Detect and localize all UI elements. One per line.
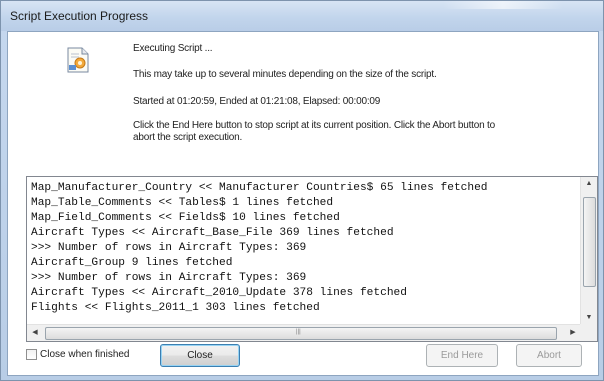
title-bar[interactable]: Script Execution Progress (1, 1, 603, 31)
vertical-scrollbar[interactable]: ▲ ▼ (580, 177, 597, 325)
close-button[interactable]: Close (160, 344, 240, 367)
log-text: Map_Manufacturer_Country << Manufacturer… (31, 181, 577, 321)
scroll-right-icon[interactable]: ▶ (565, 325, 581, 341)
scroll-left-icon[interactable]: ◀ (27, 325, 43, 341)
timing-text: Started at 01:20:59, Ended at 01:21:08, … (133, 96, 381, 107)
log-line: Aircraft Types << Aircraft_2010_Update 3… (31, 287, 407, 299)
end-here-button[interactable]: End Here (426, 344, 498, 367)
close-when-finished-checkbox[interactable] (26, 349, 37, 360)
scroll-down-icon[interactable]: ▼ (581, 311, 597, 325)
duration-note: This may take up to several minutes depe… (133, 69, 437, 80)
close-when-finished-label: Close when finished (40, 349, 130, 360)
abort-button[interactable]: Abort (516, 344, 582, 367)
log-line: Map_Field_Comments << Fields$ 10 lines f… (31, 212, 340, 224)
vertical-scroll-thumb[interactable] (583, 197, 596, 287)
log-line: Map_Table_Comments << Tables$ 1 lines fe… (31, 197, 334, 209)
script-log[interactable]: Map_Manufacturer_Country << Manufacturer… (26, 176, 598, 342)
status-text: Executing Script ... (133, 43, 213, 54)
dialog-body: Executing Script ... This may take up to… (7, 31, 599, 376)
log-line: >>> Number of rows in Aircraft Types: 36… (31, 272, 307, 284)
close-when-finished-option[interactable]: Close when finished (26, 349, 130, 360)
log-line: Map_Manufacturer_Country << Manufacturer… (31, 182, 488, 194)
script-icon (67, 47, 89, 73)
scroll-up-icon[interactable]: ▲ (581, 177, 597, 191)
window-title: Script Execution Progress (10, 9, 149, 23)
log-line: Aircraft Types << Aircraft_Base_File 369… (31, 227, 394, 239)
help-text: Click the End Here button to stop script… (133, 120, 495, 143)
log-line: Flights << Flights_2011_1 303 lines fetc… (31, 302, 320, 314)
log-line: Aircraft_Group 9 lines fetched (31, 257, 233, 269)
horizontal-scroll-thumb[interactable]: ||| (45, 327, 557, 340)
horizontal-scrollbar[interactable]: ◀ ||| ▶ (27, 324, 581, 341)
grip-icon: ||| (296, 329, 301, 335)
log-line: >>> Number of rows in Aircraft Types: 36… (31, 242, 307, 254)
script-progress-dialog: Script Execution Progress Executing Scri… (0, 0, 604, 381)
